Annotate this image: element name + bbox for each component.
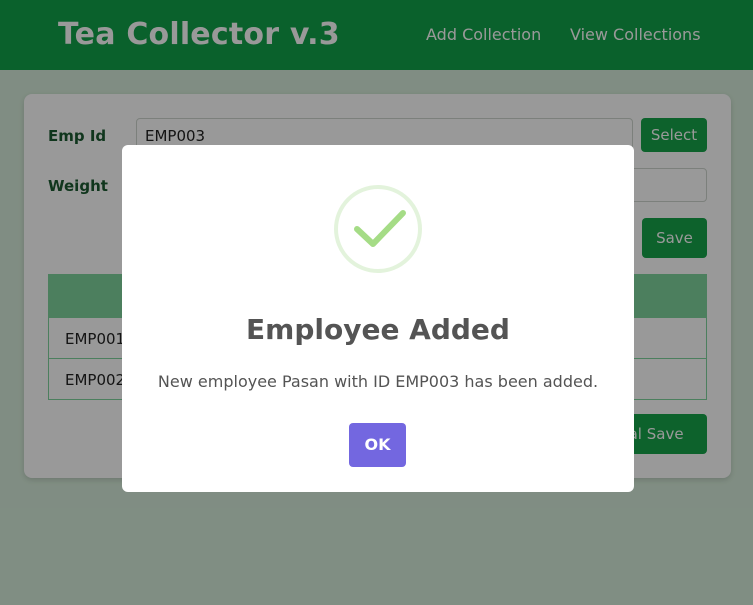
check-icon: [354, 210, 406, 247]
dialog-message: New employee Pasan with ID EMP003 has be…: [157, 372, 599, 391]
success-icon-ring: [334, 185, 422, 273]
success-dialog: Employee Added New employee Pasan with I…: [122, 145, 634, 492]
dialog-title: Employee Added: [246, 313, 510, 346]
ok-button[interactable]: OK: [349, 423, 406, 467]
